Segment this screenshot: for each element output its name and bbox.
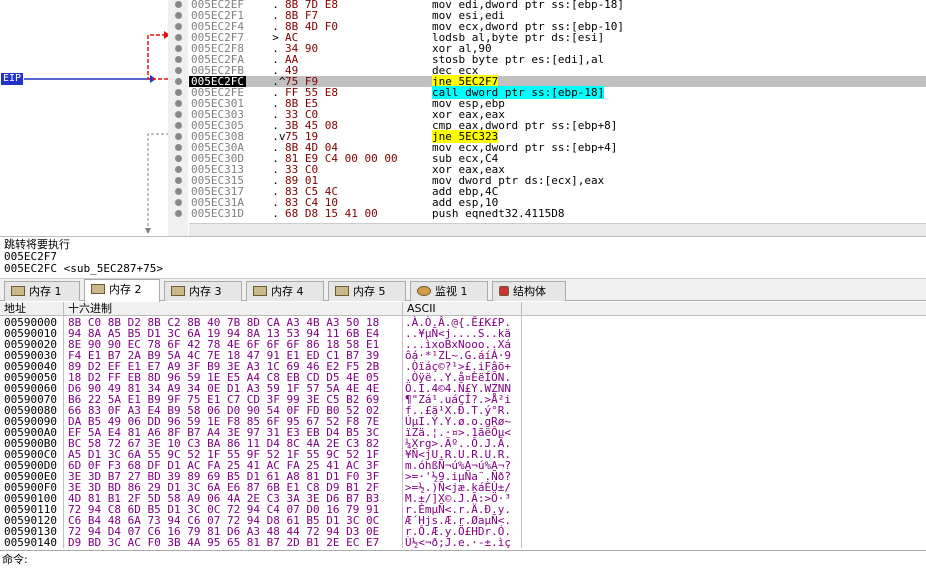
tab-4[interactable]: 内存 4 [246,281,324,301]
breakpoint-dot[interactable] [175,177,182,184]
disasm-row[interactable]: 005EC31D . 68 D8 15 41 00 push eqnedt32.41… [189,208,926,219]
header-hex[interactable]: 十六进制 [64,302,403,316]
breakpoint-dot[interactable] [175,166,182,173]
tab-1[interactable]: 内存 1 [4,281,80,301]
memory-address: 00590140 [4,536,57,548]
disasm-row[interactable]: 005EC2FA . AA stosb byte ptr es:[edi],al [189,54,926,65]
memory-ascii: Ù½<¬ð;J.e.·-±.ìç [405,536,511,548]
memory-chip-icon [91,284,105,294]
breakpoint-dot[interactable] [175,111,182,118]
disasm-marker: . [259,207,279,220]
header-ascii[interactable]: ASCII [403,302,522,316]
tab-5[interactable]: 内存 5 [328,281,406,301]
breakpoint-column[interactable] [168,0,188,236]
memory-dump-view[interactable]: 00590000 8B C0 8B D2 8B C2 8B 40 7B 8D CA… [0,316,926,548]
breakpoint-dot[interactable] [175,45,182,52]
breakpoint-dot[interactable] [175,12,182,19]
breakpoint-dot[interactable] [175,210,182,217]
tab-label: 内存 4 [271,285,304,298]
tab-label: 内存 1 [29,285,62,298]
info-line: 跳转将要执行 [4,238,70,251]
breakpoint-dot[interactable] [175,133,182,140]
breakpoint-dot[interactable] [175,199,182,206]
disasm-instruction: push eqnedt32.4115D8 [432,207,565,220]
tab-label: 内存 5 [353,285,386,298]
disassembly-view[interactable]: 005EC2EF . 8B 7D E8 mov edi,dword ptr ss:[… [189,0,926,223]
memory-header: 地址 十六进制 ASCII [0,302,926,316]
memory-chip-icon [171,286,185,296]
breakpoint-dot[interactable] [175,155,182,162]
tab-6[interactable]: 监视 1 [410,281,488,301]
tab-label: 监视 1 [435,285,468,298]
command-label: 命令: [2,553,28,566]
command-input[interactable] [40,553,920,567]
jump-arrows [24,31,174,234]
tab-label: 内存 3 [189,285,222,298]
breakpoint-dot[interactable] [175,23,182,30]
watch-icon [417,286,431,296]
breakpoint-dot[interactable] [175,100,182,107]
command-bar: 命令: [0,550,926,568]
tab-3[interactable]: 内存 3 [164,281,242,301]
tab-label: 内存 2 [109,283,142,296]
breakpoint-dot[interactable] [175,89,182,96]
tab-label: 结构体 [513,285,546,298]
breakpoint-dot[interactable] [175,56,182,63]
memory-chip-icon [335,286,349,296]
info-line: 005EC2FC <sub_5EC287+75> [4,262,163,275]
header-address[interactable]: 地址 [0,302,64,316]
tab-2[interactable]: 内存 2 [84,279,160,302]
memory-chip-icon [253,286,267,296]
breakpoint-dot[interactable] [175,67,182,74]
disasm-bytes: 68 D8 15 41 00 [285,207,378,220]
breakpoint-dot[interactable] [175,144,182,151]
breakpoint-dot[interactable] [175,78,182,85]
dump-tab-bar: 内存 1 内存 2 内存 3 内存 4 内存 5 监视 1 结构体 [0,278,926,302]
memory-row[interactable]: 00590140 D9 BD 3C AC F0 3B 4A 95 65 81 B7… [0,537,926,548]
breakpoint-dot[interactable] [175,188,182,195]
struct-icon [499,286,509,296]
info-panel: 跳转将要执行 005EC2F7 005EC2FC <sub_5EC287+75> [0,236,926,277]
memory-hex: D9 BD 3C AC F0 3B 4A 95 65 81 B7 2D B1 2… [68,536,380,548]
memory-chip-icon [11,286,25,296]
breakpoint-dot[interactable] [175,1,182,8]
breakpoint-dot[interactable] [175,122,182,129]
disasm-address: 005EC31D [191,207,244,220]
breakpoint-dot[interactable] [175,34,182,41]
tab-7[interactable]: 结构体 [492,281,566,301]
disassembly-horizontal-scrollbar[interactable] [189,223,926,236]
